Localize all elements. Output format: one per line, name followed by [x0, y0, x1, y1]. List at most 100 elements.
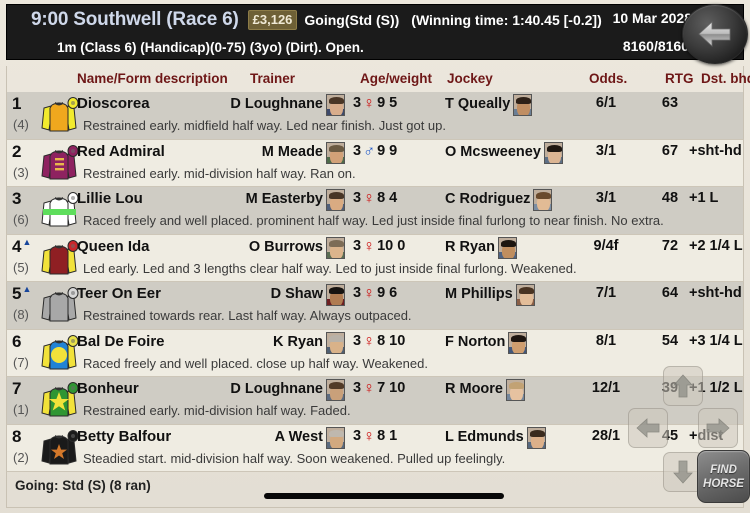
finish-position: 4▲ — [12, 236, 32, 256]
race-id: 8160/8160 — [622, 38, 689, 54]
horse-weight: 10 0 — [377, 237, 406, 254]
form-description: Raced freely and well placed. close up h… — [83, 355, 428, 371]
trainer-cell[interactable]: K Ryan — [197, 331, 345, 354]
horse-name[interactable]: Dioscorea — [77, 95, 150, 112]
trainer-photo[interactable] — [326, 94, 345, 116]
horse-name[interactable]: Bal De Foire — [77, 333, 165, 350]
horse-name[interactable]: Bonheur — [77, 380, 139, 397]
jockey-cell[interactable]: L Edmunds — [445, 426, 585, 449]
jockey-photo[interactable] — [513, 94, 533, 116]
jockey-photo[interactable] — [543, 141, 563, 164]
trainer-photo[interactable] — [326, 189, 345, 211]
trainer-photo[interactable] — [326, 331, 345, 354]
find-horse-button[interactable]: FIND HORSE — [697, 450, 750, 503]
rating-value: 54 — [661, 332, 679, 349]
table-row[interactable]: 6 (7) Bal De Foire Raced freely and well pl… — [6, 329, 744, 377]
horse-name[interactable]: Red Admiral — [77, 143, 165, 160]
rating-value: 64 — [661, 285, 679, 301]
trainer-name[interactable]: K Ryan — [273, 332, 323, 350]
column-header-trainer[interactable]: Trainer — [250, 71, 295, 86]
table-row[interactable]: 2 (3) Red Admiral Restrained early. mid-div… — [6, 139, 744, 187]
jockey-name[interactable]: R Ryan — [445, 237, 495, 255]
jockey-name[interactable]: F Norton — [445, 332, 505, 350]
trainer-name[interactable]: A West — [275, 427, 323, 445]
form-description: Restrained towards rear. Last half way. … — [83, 308, 412, 323]
horse-weight: 9 6 — [377, 285, 398, 301]
trainer-name[interactable]: M Meade — [262, 142, 323, 160]
jockey-cell[interactable]: M Phillips — [445, 284, 585, 306]
jockey-photo[interactable] — [533, 189, 553, 211]
jockey-name[interactable]: R Moore — [445, 379, 503, 397]
jockey-photo[interactable] — [526, 426, 546, 449]
jockey-cell[interactable]: T Queally — [445, 94, 585, 116]
form-description: Restrained early. midfield half way. Led… — [83, 118, 446, 133]
trainer-cell[interactable]: A West — [197, 426, 345, 449]
previous-race-icon[interactable] — [628, 408, 668, 448]
trainer-cell[interactable]: D Shaw — [197, 284, 345, 306]
jockey-cell[interactable]: O Mcsweeney — [445, 141, 585, 164]
horse-name[interactable]: Teer On Eer — [77, 285, 161, 302]
table-row[interactable]: 5▲ (8) Teer On Eer Restrained towards rear.… — [6, 282, 744, 330]
trainer-name[interactable]: D Loughnane — [230, 94, 323, 112]
trainer-cell[interactable]: D Loughnane — [197, 379, 345, 401]
jockey-photo[interactable] — [515, 284, 535, 306]
jockey-silk-icon — [39, 427, 79, 469]
trainer-photo[interactable] — [326, 236, 345, 259]
trainer-name[interactable]: D Loughnane — [230, 379, 323, 397]
jockey-cell[interactable]: F Norton — [445, 331, 585, 354]
trainer-cell[interactable]: O Burrows — [197, 236, 345, 259]
jockey-cell[interactable]: C Rodriguez — [445, 189, 585, 211]
trainer-name[interactable]: M Easterby — [246, 189, 323, 207]
back-arrow-icon[interactable] — [682, 4, 748, 64]
trainer-cell[interactable]: M Easterby — [197, 189, 345, 211]
jockey-name[interactable]: M Phillips — [445, 284, 513, 302]
horse-name[interactable]: Betty Balfour — [77, 428, 171, 445]
horse-name[interactable]: Queen Ida — [77, 238, 150, 255]
horizontal-scrollbar[interactable] — [264, 493, 504, 499]
jockey-cell[interactable]: R Moore — [445, 379, 585, 401]
trainer-photo[interactable] — [326, 426, 345, 449]
table-row[interactable]: 1 (4) Dioscorea Restrained early. midfield … — [6, 92, 744, 140]
horse-age: 3 — [353, 190, 362, 206]
race-header: 9:00 Southwell (Race 6) £3,126 Going(Std… — [6, 4, 744, 60]
age-weight-cell: 3 ♂ 9 9 — [353, 143, 397, 160]
odds-value: 28/1 — [591, 427, 621, 444]
table-row[interactable]: 3 (6) Lillie Lou Raced freely and well plac… — [6, 187, 744, 235]
jockey-photo[interactable] — [497, 236, 517, 259]
next-race-icon[interactable] — [698, 408, 738, 448]
table-row[interactable]: 4▲ (5) Queen Ida Led early. Led and 3 lengt… — [6, 234, 744, 282]
column-header-dst-bhd[interactable]: Dst. bhd. — [701, 71, 750, 86]
trainer-name[interactable]: O Burrows — [249, 237, 323, 255]
odds-value: 7/1 — [595, 285, 617, 301]
jockey-cell[interactable]: R Ryan — [445, 236, 585, 259]
odds-value: 8/1 — [595, 332, 617, 349]
draw-number: (5) — [13, 259, 29, 275]
column-header-jockey[interactable]: Jockey — [447, 71, 493, 86]
finish-position: 2 — [12, 141, 22, 161]
form-description: Restrained early. mid-division half way.… — [83, 403, 351, 418]
race-footer: Going: Std (S) (8 ran) — [6, 472, 744, 508]
trainer-photo[interactable] — [326, 379, 345, 401]
jockey-photo[interactable] — [506, 379, 525, 401]
column-header-odds[interactable]: Odds. — [589, 71, 627, 86]
horse-name[interactable]: Lillie Lou — [77, 190, 143, 207]
column-header-rtg[interactable]: RTG — [665, 71, 694, 86]
trainer-cell[interactable]: D Loughnane — [197, 94, 345, 116]
race-date: 10 Mar 2028 — [612, 10, 692, 26]
jockey-name[interactable]: T Queally — [445, 94, 510, 112]
column-header-name[interactable]: Name/Form description — [77, 71, 228, 86]
jockey-name[interactable]: L Edmunds — [445, 427, 524, 445]
trainer-photo[interactable] — [326, 284, 345, 306]
jockey-name[interactable]: O Mcsweeney — [445, 142, 541, 160]
age-weight-cell: 3 ♀ 8 10 — [353, 333, 405, 350]
trainer-name[interactable]: D Shaw — [271, 284, 323, 302]
horse-age: 3 — [353, 95, 362, 111]
jockey-photo[interactable] — [508, 331, 528, 354]
jockey-name[interactable]: C Rodriguez — [445, 189, 530, 207]
scroll-up-icon[interactable] — [663, 366, 703, 406]
trainer-photo[interactable] — [326, 141, 345, 164]
age-weight-cell: 3 ♀ 8 4 — [353, 190, 397, 207]
trainer-cell[interactable]: M Meade — [197, 141, 345, 164]
distance-behind-value: +2 1/4 L — [689, 237, 743, 254]
column-header-age-weight[interactable]: Age/weight — [360, 71, 432, 86]
